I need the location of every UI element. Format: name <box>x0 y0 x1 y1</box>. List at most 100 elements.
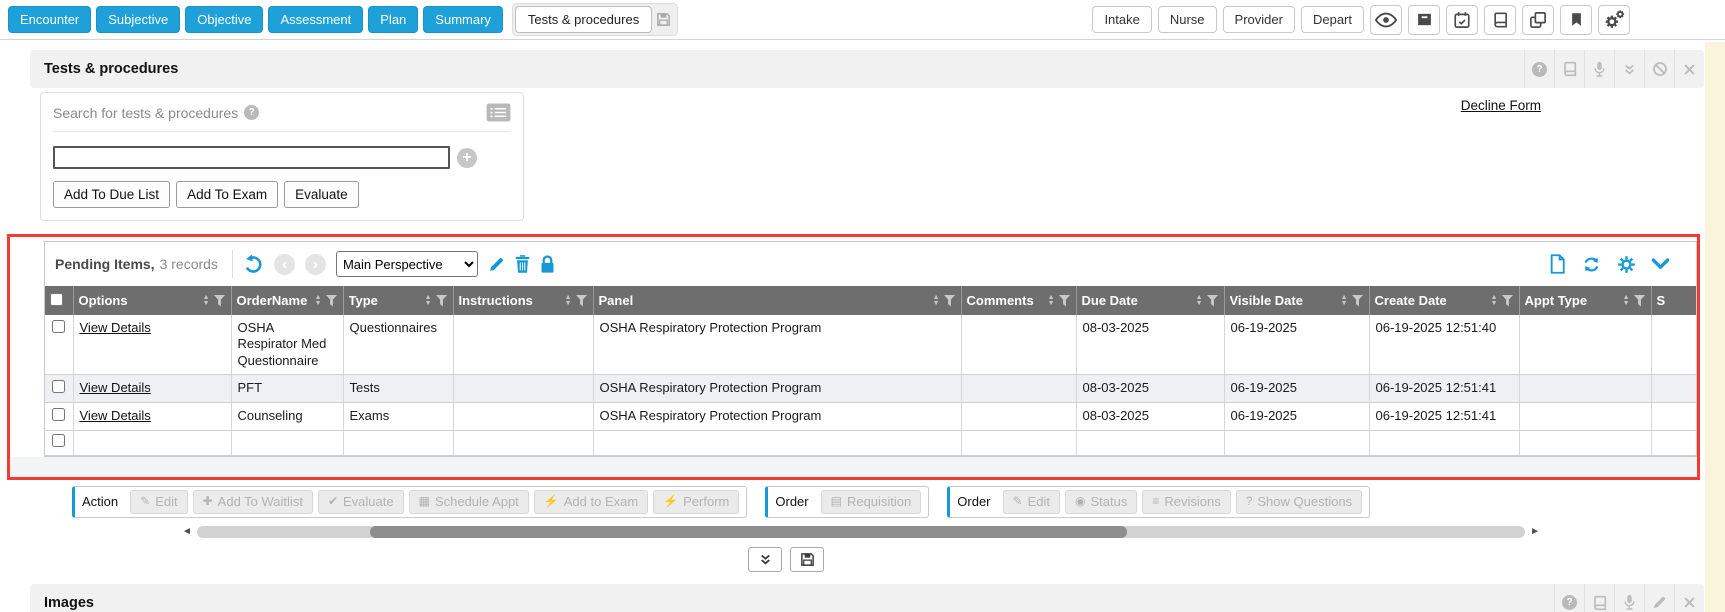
sort-icon[interactable]: ▲▼ <box>425 295 432 307</box>
col-panel[interactable]: Panel▲▼ <box>593 286 961 315</box>
help-icon[interactable]: ? <box>1554 584 1584 612</box>
help-icon[interactable]: ? <box>1524 50 1554 88</box>
col-clipped[interactable]: S <box>1651 286 1697 315</box>
evaluate-button[interactable]: Evaluate <box>284 181 359 208</box>
tab-summary[interactable]: Summary <box>423 6 503 33</box>
tab-tests-procedures[interactable]: Tests & procedures <box>515 6 652 33</box>
calendar-check-icon[interactable] <box>1446 5 1478 35</box>
gear-icon[interactable] <box>1617 255 1636 274</box>
tab-assessment[interactable]: Assessment <box>268 6 363 33</box>
row-checkbox[interactable] <box>52 434 65 447</box>
next-icon[interactable]: › <box>305 254 326 275</box>
schedule-appt-button[interactable]: ▦Schedule Appt <box>409 490 529 514</box>
select-all-checkbox[interactable] <box>50 293 63 306</box>
scroll-left-icon[interactable]: ◄ <box>182 526 192 537</box>
pencil-icon[interactable] <box>488 256 505 273</box>
filter-icon[interactable] <box>1352 295 1364 307</box>
sort-icon[interactable]: ▲▼ <box>933 295 940 307</box>
list-icon[interactable] <box>486 103 511 122</box>
scrollbar-track[interactable] <box>197 526 1525 538</box>
depart-button[interactable]: Depart <box>1301 6 1364 33</box>
search-input[interactable] <box>53 146 450 169</box>
col-type[interactable]: Type▲▼ <box>343 286 453 315</box>
scroll-right-icon[interactable]: ► <box>1530 526 1540 537</box>
search-help-icon[interactable]: ? <box>244 105 259 120</box>
decline-form-link[interactable]: Decline Form <box>1461 98 1541 113</box>
requisition-button[interactable]: ▤Requisition <box>821 490 922 514</box>
sort-icon[interactable]: ▲▼ <box>1341 295 1348 307</box>
add-to-exam-button[interactable]: Add To Exam <box>176 181 278 208</box>
filter-icon[interactable] <box>436 295 448 307</box>
microphone-icon[interactable] <box>1614 584 1644 612</box>
filter-icon[interactable] <box>1059 295 1071 307</box>
sort-icon[interactable]: ▲▼ <box>1196 295 1203 307</box>
filter-icon[interactable] <box>1502 295 1514 307</box>
col-comments[interactable]: Comments▲▼ <box>961 286 1076 315</box>
book-icon[interactable] <box>1584 584 1614 612</box>
evaluate-action-button[interactable]: ✔Evaluate <box>318 490 404 514</box>
perform-button[interactable]: ⚡Perform <box>653 490 739 514</box>
microphone-icon[interactable] <box>1584 50 1614 88</box>
col-options[interactable]: Options▲▼ <box>73 286 231 315</box>
show-questions-button[interactable]: ?Show Questions <box>1236 490 1362 514</box>
view-details-link[interactable]: View Details <box>80 320 151 335</box>
refresh-icon[interactable] <box>1581 255 1602 274</box>
col-ordername[interactable]: OrderName▲▼ <box>231 286 343 315</box>
close-icon[interactable] <box>1674 50 1704 88</box>
copy-icon[interactable] <box>1522 5 1554 35</box>
row-checkbox[interactable] <box>52 408 65 421</box>
view-details-link[interactable]: View Details <box>80 380 151 395</box>
revisions-button[interactable]: ≡Revisions <box>1142 490 1230 514</box>
save-button[interactable] <box>790 547 824 572</box>
expand-more-button[interactable] <box>748 547 782 572</box>
tab-objective[interactable]: Objective <box>185 6 263 33</box>
block-icon[interactable] <box>1644 50 1674 88</box>
col-create-date[interactable]: Create Date▲▼ <box>1369 286 1519 315</box>
archive-icon[interactable] <box>1408 5 1440 35</box>
book-icon[interactable] <box>1484 5 1516 35</box>
chevron-down-icon[interactable] <box>1651 257 1670 271</box>
close-icon[interactable] <box>1674 584 1704 612</box>
lock-icon[interactable] <box>540 255 555 273</box>
provider-button[interactable]: Provider <box>1223 6 1295 33</box>
filter-icon[interactable] <box>1634 295 1646 307</box>
undo-icon[interactable] <box>243 254 264 275</box>
col-visible-date[interactable]: Visible Date▲▼ <box>1224 286 1369 315</box>
filter-icon[interactable] <box>326 295 338 307</box>
prev-icon[interactable]: ‹ <box>274 254 295 275</box>
eye-icon[interactable] <box>1370 5 1402 35</box>
tab-encounter[interactable]: Encounter <box>8 6 91 33</box>
tab-subjective[interactable]: Subjective <box>96 6 180 33</box>
perspective-select[interactable]: Main Perspective <box>336 251 478 277</box>
col-appt-type[interactable]: Appt Type▲▼ <box>1519 286 1651 315</box>
add-to-due-list-button[interactable]: Add To Due List <box>53 181 170 208</box>
filter-icon[interactable] <box>1207 295 1219 307</box>
scrollbar-thumb[interactable] <box>370 526 1127 538</box>
col-due-date[interactable]: Due Date▲▼ <box>1076 286 1224 315</box>
filter-icon[interactable] <box>576 295 588 307</box>
intake-button[interactable]: Intake <box>1092 6 1151 33</box>
trash-icon[interactable] <box>515 255 530 273</box>
row-checkbox[interactable] <box>52 320 65 333</box>
row-checkbox[interactable] <box>52 380 65 393</box>
sort-icon[interactable]: ▲▼ <box>1048 295 1055 307</box>
filter-icon[interactable] <box>944 295 956 307</box>
add-plus-icon[interactable]: + <box>457 148 477 168</box>
filter-icon[interactable] <box>214 295 226 307</box>
order-edit-button[interactable]: ✎Edit <box>1003 490 1060 514</box>
settings-gears-icon[interactable] <box>1598 5 1630 35</box>
save-layout-icon[interactable] <box>656 12 671 27</box>
new-document-icon[interactable] <box>1549 254 1566 274</box>
nurse-button[interactable]: Nurse <box>1158 6 1217 33</box>
view-details-link[interactable]: View Details <box>80 408 151 423</box>
sort-icon[interactable]: ▲▼ <box>1491 295 1498 307</box>
collapse-icon[interactable] <box>1614 50 1644 88</box>
book-icon[interactable] <box>1554 50 1584 88</box>
sort-icon[interactable]: ▲▼ <box>315 295 322 307</box>
tab-plan[interactable]: Plan <box>368 6 418 33</box>
pencil-icon[interactable] <box>1644 584 1674 612</box>
sort-icon[interactable]: ▲▼ <box>203 295 210 307</box>
edit-button[interactable]: ✎Edit <box>130 490 187 514</box>
add-to-exam-action-button[interactable]: ⚡Add to Exam <box>534 490 648 514</box>
col-instructions[interactable]: Instructions▲▼ <box>453 286 593 315</box>
